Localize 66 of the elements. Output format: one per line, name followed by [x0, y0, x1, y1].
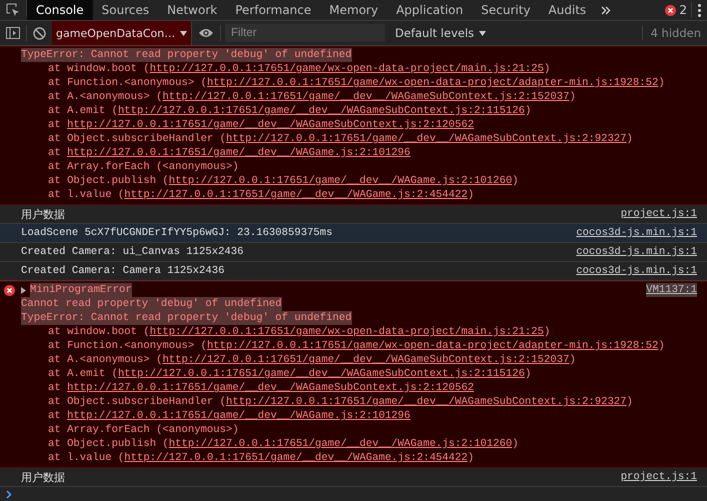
stack-url-link[interactable]: http://127.0.0.1:17651/game/__dev__/WAGame.js:2:454422 — [124, 452, 468, 464]
stack-url-link[interactable]: http://127.0.0.1:17651/game/__dev__/WAGameSubContext.js:2:92327 — [226, 396, 627, 408]
stack-frame: at window.boot (http://127.0.0.1:17651/game/wx-open-data-project/main.js:21:25) — [21, 62, 697, 76]
source-link[interactable]: VM1137:1 — [646, 283, 697, 298]
stack-frame: at A.<anonymous> (http://127.0.0.1:17651/game/__dev__/WAGameSubContext.js:2:152037) — [21, 90, 697, 104]
stack-frame: at window.boot (http://127.0.0.1:17651/game/wx-open-data-project/main.js:21:25) — [21, 325, 697, 340]
panel-tab[interactable]: Memory — [320, 0, 388, 20]
stack-frame: at Function.<anonymous> (http://127.0.0.1:17651/game/wx-open-data-project/adapter-min.js:1928:52) — [21, 76, 697, 90]
panel-tab[interactable]: Network — [158, 0, 226, 20]
stack-url-link[interactable]: http://127.0.0.1:17651/game/__dev__/WAGame.js:2:101296 — [67, 147, 410, 160]
stack-url-link[interactable]: http://127.0.0.1:17651/game/wx-open-data-project/adapter-min.js:1928:52 — [206, 77, 658, 90]
hidden-count: 4 hidden — [642, 26, 707, 40]
stack-frame: at http://127.0.0.1:17651/game/__dev__/WAGameSubContext.js:2:120562 — [21, 381, 697, 396]
error-text: Cannot read property 'debug' of undefined — [21, 297, 282, 312]
log-text: Created Camera: ui_Canvas 1125x2436 — [21, 246, 244, 258]
stack-url-link[interactable]: http://127.0.0.1:17651/game/__dev__/WAGameSubContext.js:2:115126 — [118, 368, 525, 380]
log-text: 用户数据 — [21, 470, 65, 485]
stack-url-link[interactable]: http://127.0.0.1:17651/game/__dev__/WAGame.js:2:101260 — [168, 438, 512, 450]
context-select[interactable]: gameOpenDataCon… — [52, 21, 192, 45]
panel-tab[interactable]: Console — [27, 0, 93, 20]
log-text: 用户数据 — [21, 206, 65, 222]
log-text: Created Camera: Camera 1125x2436 — [21, 265, 224, 278]
panel-tab[interactable]: Audits — [539, 0, 596, 20]
error-text: TypeError: Cannot read property 'debug' of undefined — [21, 48, 352, 62]
source-link[interactable]: cocos3d-js.min.js:1 — [576, 265, 697, 278]
error-title: MiniProgramError — [30, 283, 132, 298]
stack-url-link[interactable]: http://127.0.0.1:17651/game/__dev__/WAGame.js:2:454422 — [124, 189, 468, 202]
stack-url-link[interactable]: http://127.0.0.1:17651/game/wx-open-data-project/main.js:21:25 — [150, 326, 544, 338]
stack-url-link[interactable]: http://127.0.0.1:17651/game/__dev__/WAGameSubContext.js:2:120562 — [67, 382, 474, 394]
stack-frame: at A.emit (http://127.0.0.1:17651/game/__dev__/WAGameSubContext.js:2:115126) — [21, 367, 697, 382]
stack-frame: at Object.subscribeHandler (http://127.0.0.1:17651/game/__dev__/WAGameSubContext.js:2:92327) — [21, 132, 697, 146]
panel-tab[interactable]: Security — [472, 0, 540, 20]
source-link[interactable]: project.js:1 — [620, 471, 697, 484]
log-levels-dropdown[interactable]: Default levels — [389, 26, 492, 40]
stack-url-link[interactable]: http://127.0.0.1:17651/game/__dev__/WAGame.js:2:101260 — [168, 175, 512, 188]
panel-tab[interactable]: Application — [387, 0, 472, 20]
stack-frame: at A.emit (http://127.0.0.1:17651/game/__dev__/WAGameSubContext.js:2:115126) — [21, 104, 697, 118]
panel-tab[interactable]: Performance — [226, 0, 320, 20]
error-count: 2 — [679, 3, 687, 17]
log-text: LoadScene 5cX7fUCGNDErIfYY5p6wGJ: 23.1630859375ms — [21, 227, 333, 240]
source-link[interactable]: project.js:1 — [620, 208, 697, 220]
stack-frame: at Function.<anonymous> (http://127.0.0.1:17651/game/wx-open-data-project/adapter-min.js:1928:52) — [21, 339, 697, 354]
stack-url-link[interactable]: http://127.0.0.1:17651/game/__dev__/WAGame.js:2:101296 — [67, 410, 410, 422]
stack-frame: at l.value (http://127.0.0.1:17651/game/__dev__/WAGame.js:2:454422) — [21, 188, 697, 202]
filter-field[interactable]: Filter — [225, 24, 385, 42]
stack-url-link[interactable]: http://127.0.0.1:17651/game/__dev__/WAGameSubContext.js:2:152037 — [162, 91, 570, 104]
stack-url-link[interactable]: http://127.0.0.1:17651/game/__dev__/WAGameSubContext.js:2:115126 — [118, 105, 525, 118]
stack-frame: at Array.forEach (<anonymous>) — [21, 423, 697, 438]
stack-frame: at http://127.0.0.1:17651/game/__dev__/WAGameSubContext.js:2:120562 — [21, 118, 697, 132]
stack-frame: at http://127.0.0.1:17651/game/__dev__/WAGame.js:2:101296 — [21, 146, 697, 160]
stack-frame: at Array.forEach (<anonymous>) — [21, 160, 697, 174]
stack-frame: at Object.subscribeHandler (http://127.0.0.1:17651/game/__dev__/WAGameSubContext.js:2:92327) — [21, 395, 697, 410]
stack-frame: at http://127.0.0.1:17651/game/__dev__/WAGame.js:2:101296 — [21, 409, 697, 424]
stack-url-link[interactable]: http://127.0.0.1:17651/game/__dev__/WAGameSubContext.js:2:152037 — [162, 354, 570, 366]
stack-frame: at A.<anonymous> (http://127.0.0.1:17651/game/__dev__/WAGameSubContext.js:2:152037) — [21, 353, 697, 368]
error-text: TypeError: Cannot read property 'debug' of undefined — [21, 311, 352, 326]
stack-url-link[interactable]: http://127.0.0.1:17651/game/__dev__/WAGameSubContext.js:2:92327 — [226, 133, 627, 146]
stack-frame: at Object.publish (http://127.0.0.1:17651/game/__dev__/WAGame.js:2:101260) — [21, 437, 697, 452]
stack-url-link[interactable]: http://127.0.0.1:17651/game/wx-open-data-project/adapter-min.js:1928:52 — [206, 340, 658, 352]
panel-tab[interactable]: Sources — [92, 0, 158, 20]
source-link[interactable]: cocos3d-js.min.js:1 — [576, 227, 697, 240]
source-link[interactable]: cocos3d-js.min.js:1 — [576, 246, 697, 258]
stack-frame: at l.value (http://127.0.0.1:17651/game/__dev__/WAGame.js:2:454422) — [21, 451, 697, 466]
stack-url-link[interactable]: http://127.0.0.1:17651/game/wx-open-data-project/main.js:21:25 — [150, 63, 544, 76]
stack-frame: at Object.publish (http://127.0.0.1:17651/game/__dev__/WAGame.js:2:101260) — [21, 174, 697, 188]
stack-url-link[interactable]: http://127.0.0.1:17651/game/__dev__/WAGameSubContext.js:2:120562 — [67, 119, 474, 132]
